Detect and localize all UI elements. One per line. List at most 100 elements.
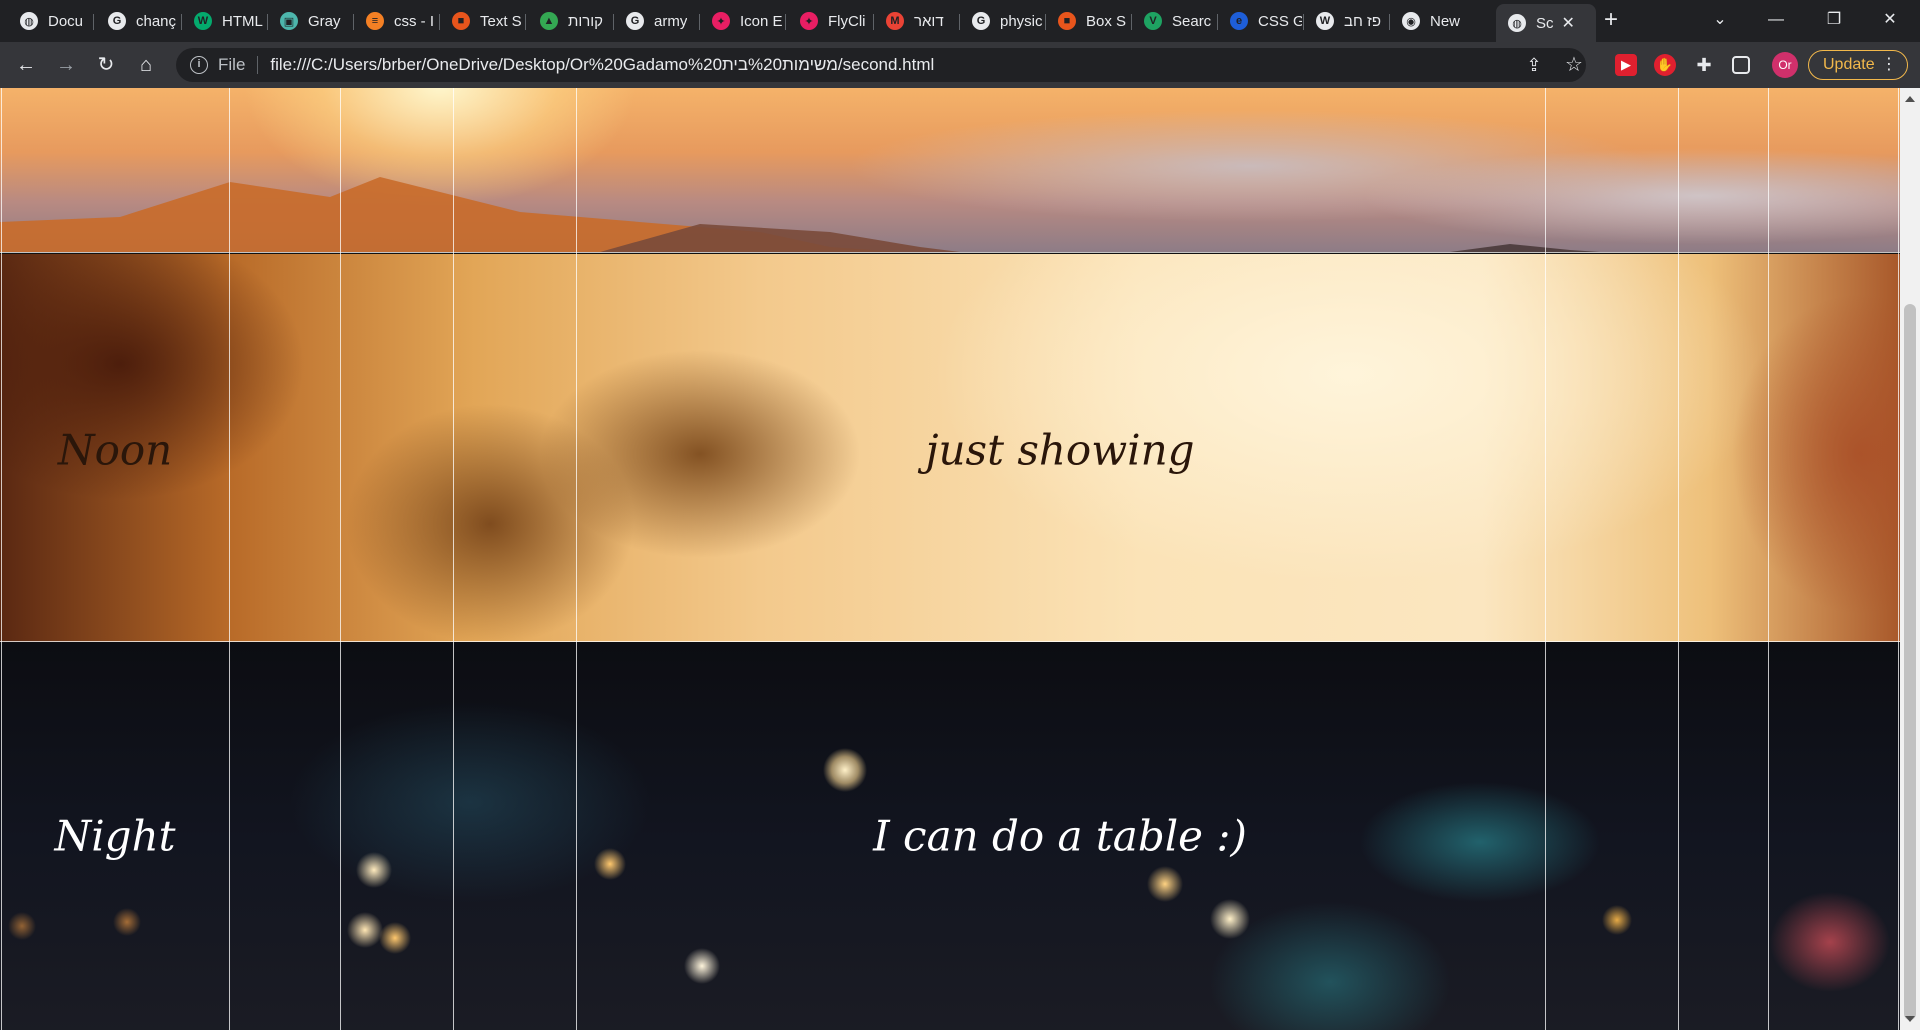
- browser-tab[interactable]: ■ Text S: [440, 6, 524, 36]
- chrome-icon: ◉: [1402, 12, 1420, 30]
- tab-label: Searc: [1172, 12, 1212, 30]
- browser-tab[interactable]: W HTML: [182, 6, 266, 36]
- tab-label: Text S: [480, 12, 522, 30]
- w3schools-icon: W: [194, 12, 212, 30]
- tab-separator: [525, 14, 526, 30]
- tab-active[interactable]: ◍ Sc ✕: [1496, 4, 1596, 42]
- omnibox-divider: [257, 56, 259, 74]
- tab-search-icon[interactable]: ⌄: [1700, 6, 1740, 34]
- share-icon[interactable]: ⇪: [1520, 51, 1548, 79]
- gmail-icon: M: [886, 12, 904, 30]
- tab-label: New: [1430, 12, 1461, 30]
- table-border: [1678, 88, 1679, 1030]
- google-icon: G: [626, 12, 644, 30]
- google-icon: G: [972, 12, 990, 30]
- tab-label: physic: [1000, 12, 1043, 30]
- scroll-up-arrow-icon[interactable]: [1905, 96, 1915, 102]
- browser-tab[interactable]: ◉ New: [1390, 6, 1474, 36]
- table-border: [1545, 88, 1546, 1030]
- night-content: I can do a table :): [873, 811, 1247, 861]
- profile-avatar[interactable]: Or: [1772, 52, 1798, 78]
- table-border: [1898, 88, 1899, 1030]
- browser-tab[interactable]: M דואר: [874, 6, 958, 36]
- browser-tab[interactable]: ≡ css - I: [354, 6, 438, 36]
- update-label: Update: [1823, 56, 1875, 73]
- tab-label: קורות: [568, 12, 604, 30]
- drive-icon: ▲: [540, 12, 558, 30]
- tab-label: CSS G: [1258, 12, 1302, 30]
- scroll-down-arrow-icon[interactable]: [1905, 1016, 1915, 1022]
- site-info-icon[interactable]: i: [190, 56, 208, 74]
- adblock-extension-icon[interactable]: ✋: [1654, 54, 1676, 76]
- reload-button[interactable]: ↻: [92, 51, 120, 79]
- tab-label: FlyCli: [828, 12, 866, 30]
- close-tab-icon[interactable]: ✕: [1562, 13, 1575, 33]
- table-border: [340, 88, 341, 1030]
- tab-label: Sc: [1536, 14, 1554, 32]
- noon-label: Noon: [57, 425, 173, 475]
- tab-label: Docu: [48, 12, 84, 30]
- back-button[interactable]: ←: [12, 51, 40, 79]
- tab-label: army: [654, 12, 688, 30]
- tab-label: דואר: [914, 12, 944, 30]
- browser-tab[interactable]: ▣ Gray: [268, 6, 352, 36]
- scrollbar-thumb[interactable]: [1904, 304, 1916, 1020]
- tab-label: chanç: [136, 12, 177, 30]
- office-icon: ■: [452, 12, 470, 30]
- page-scrollbar[interactable]: [1900, 88, 1920, 1030]
- browser-tab[interactable]: Gchanç: [96, 6, 180, 36]
- tab-label: פז חב: [1344, 12, 1382, 30]
- wikipedia-icon: W: [1316, 12, 1334, 30]
- bird-icon: ✦: [800, 12, 818, 30]
- browser-tab[interactable]: V Searc: [1132, 6, 1216, 36]
- night-row: Night I can do a table :): [0, 642, 1900, 1030]
- google-icon: G: [108, 12, 126, 30]
- tab-separator: [785, 14, 786, 30]
- browser-toolbar: ← → ↻ ⌂ i File file:///C:/Users/brber/On…: [0, 42, 1920, 88]
- tab-label: css - I: [394, 12, 434, 30]
- browser-tab[interactable]: Garmy: [614, 6, 698, 36]
- browser-tab[interactable]: ✦ Icon E: [700, 6, 784, 36]
- restore-button[interactable]: ❐: [1814, 6, 1854, 34]
- extensions-puzzle-icon[interactable]: ✚: [1693, 54, 1715, 76]
- close-window-button[interactable]: ✕: [1870, 6, 1910, 34]
- update-button[interactable]: Update ⋮: [1808, 50, 1908, 80]
- url-text[interactable]: file:///C:/Users/brber/OneDrive/Desktop/…: [270, 55, 934, 75]
- address-bar[interactable]: i File file:///C:/Users/brber/OneDrive/D…: [176, 48, 1586, 82]
- stackoverflow-icon: ≡: [366, 12, 384, 30]
- page-viewport: Noon just showing Night I can do a table…: [0, 88, 1900, 1030]
- bookmark-star-icon[interactable]: ☆: [1560, 51, 1588, 79]
- table-border: [1768, 88, 1769, 1030]
- doc-icon: ▣: [280, 12, 298, 30]
- noon-row: Noon just showing: [0, 254, 1900, 642]
- table-border: [1, 88, 2, 1030]
- tab-label: Box S: [1086, 12, 1127, 30]
- forward-button[interactable]: →: [52, 51, 80, 79]
- minimize-button[interactable]: —: [1756, 6, 1796, 34]
- menu-kebab-icon[interactable]: ⋮: [1881, 51, 1897, 78]
- browser-tab[interactable]: ■ Box S: [1046, 6, 1130, 36]
- scheme-label: File: [218, 55, 246, 74]
- table-border: [576, 88, 577, 1030]
- tab-separator: [93, 14, 94, 30]
- home-button[interactable]: ⌂: [132, 51, 160, 79]
- night-label: Night: [54, 811, 176, 861]
- table-border: [453, 88, 454, 1030]
- table-border: [229, 88, 230, 1030]
- edge-icon: e: [1230, 12, 1248, 30]
- youtube-extension-icon[interactable]: ▶: [1615, 54, 1637, 76]
- browser-tab[interactable]: e CSS G: [1218, 6, 1302, 36]
- table-border: [0, 641, 1900, 642]
- side-panel-icon[interactable]: [1732, 56, 1750, 74]
- browser-tab[interactable]: W פז חב: [1304, 6, 1388, 36]
- office-icon: ■: [1058, 12, 1076, 30]
- sunset-row-background: [0, 88, 1900, 252]
- tab-label: Gray: [308, 12, 341, 30]
- browser-tab[interactable]: ◍ Docu: [8, 6, 92, 36]
- globe-icon: ◍: [1508, 14, 1526, 32]
- browser-tab[interactable]: ▲ קורות: [528, 6, 612, 36]
- browser-tab[interactable]: ✦ FlyCli: [788, 6, 872, 36]
- new-tab-button[interactable]: +: [1598, 8, 1624, 34]
- browser-tab[interactable]: Gphysic: [960, 6, 1044, 36]
- mountain-silhouette: [0, 177, 1600, 252]
